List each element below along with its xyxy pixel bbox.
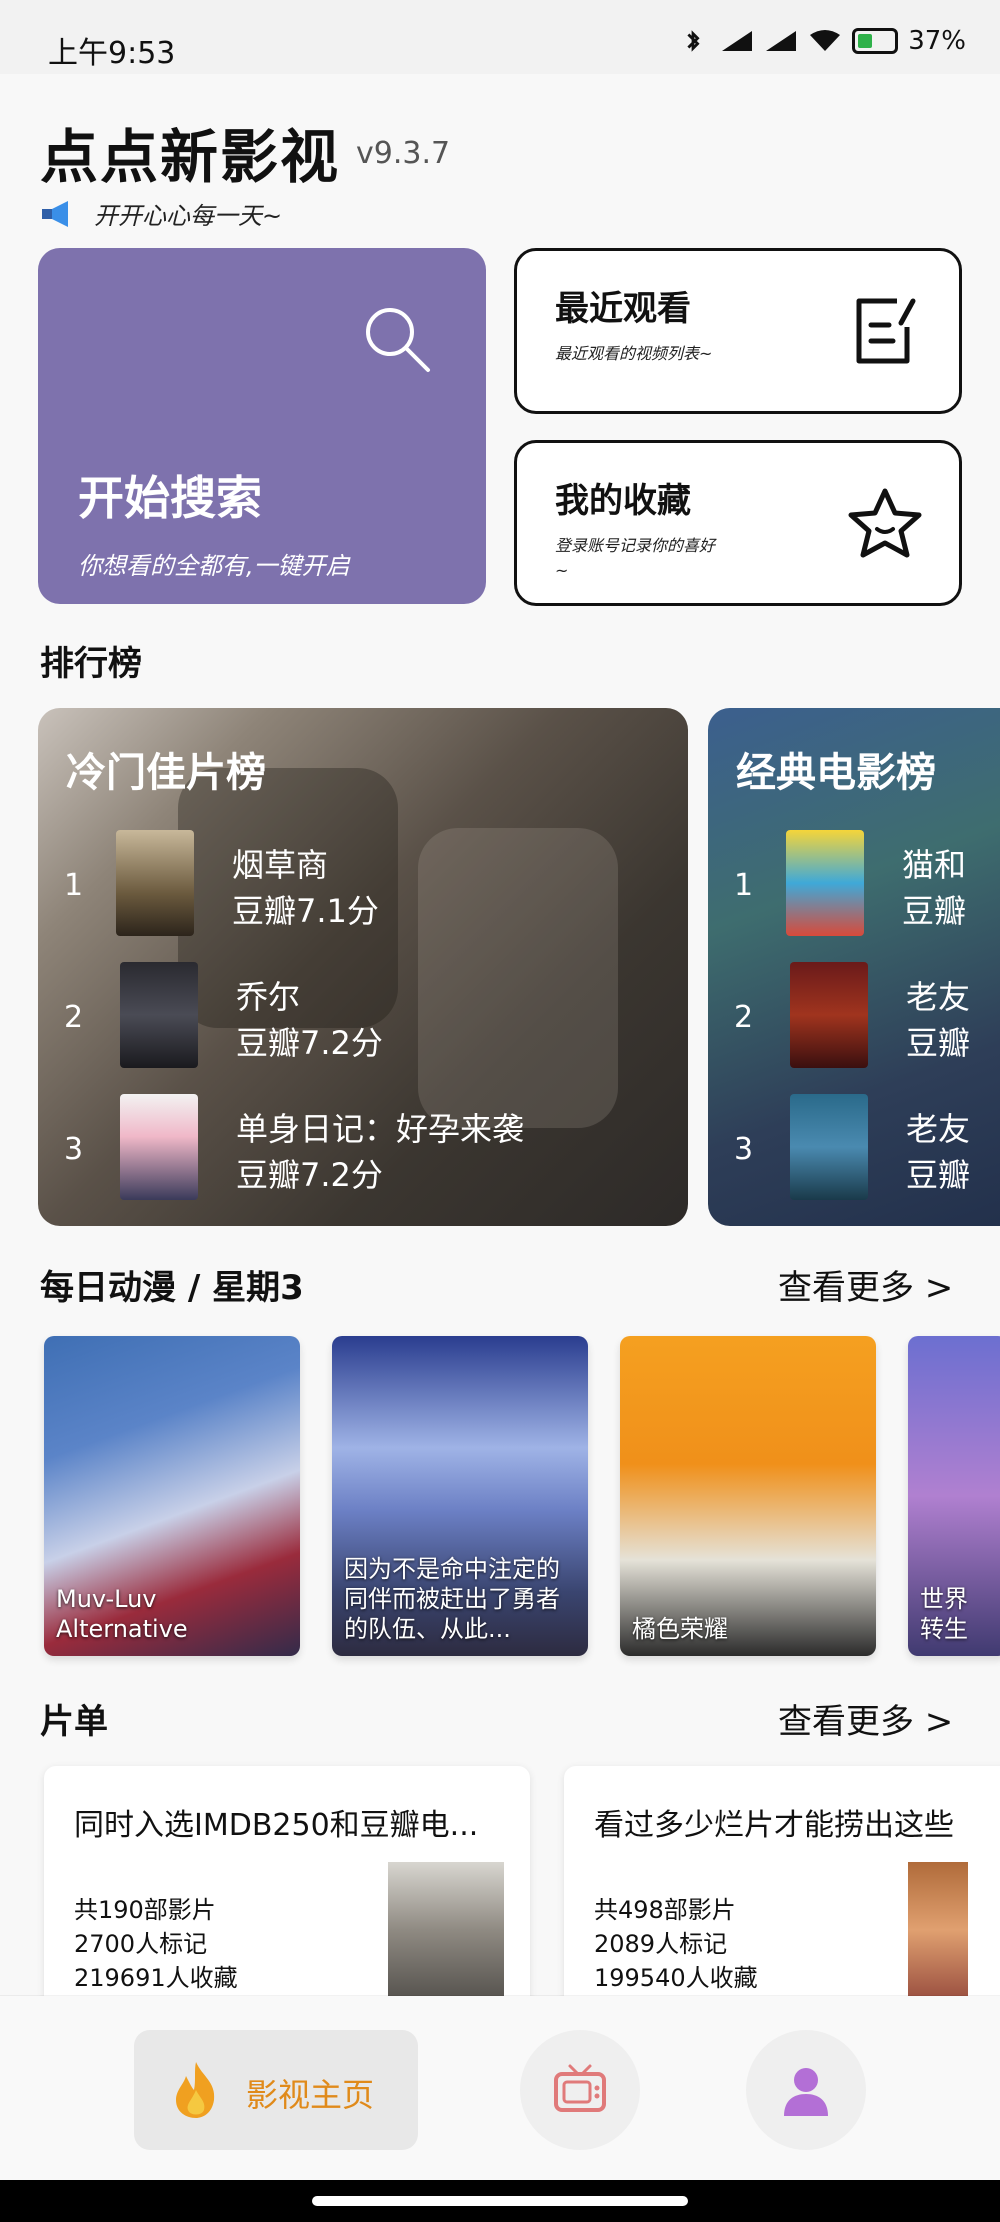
home-indicator[interactable] (312, 2196, 688, 2206)
movie-poster (786, 830, 864, 936)
playlist-saved-count: 219691人收藏 (74, 1964, 238, 1992)
status-time: 上午9:53 (48, 36, 176, 71)
movie-poster (120, 1094, 198, 1200)
playlist-title: 看过多少烂片才能捞出这些 (594, 1808, 954, 1843)
tv-icon (554, 2064, 606, 2112)
rankings-section-title: 排行榜 (40, 644, 142, 684)
movie-poster (790, 962, 868, 1068)
playlist-card[interactable]: 看过多少烂片才能捞出这些 共498部影片 2089人标记 199540人收藏 (564, 1766, 1000, 2026)
rank-number: 2 (64, 1000, 84, 1035)
notice-text: 开开心心每一天~ (94, 202, 283, 230)
search-card-title: 开始搜索 (78, 471, 262, 525)
flame-icon (176, 2062, 215, 2118)
anime-caption: 世界转生 (920, 1585, 968, 1643)
search-icon (366, 308, 430, 372)
rank-number: 3 (734, 1132, 754, 1167)
playlist-saved-count: 199540人收藏 (594, 1964, 758, 1992)
movie-name: 老友 (906, 1110, 971, 1148)
recent-watch-title: 最近观看 (555, 289, 691, 329)
ranking-row[interactable]: 3 老友 豆瓣 (708, 1094, 1000, 1204)
movie-name: 单身日记：好孕来袭 (236, 1110, 525, 1148)
playlist-card[interactable]: 同时入选IMDB250和豆瓣电... 共190部影片 2700人标记 21969… (44, 1766, 530, 2026)
movie-poster (120, 962, 198, 1068)
battery-percent: 37% (908, 26, 966, 56)
favorites-subtitle: 登录账号记录你的喜好~ (555, 536, 716, 580)
ranking-card-cold[interactable]: 冷门佳片榜 1 烟草商 豆瓣7.1分 2 乔尔 豆瓣7.2分 3 单身日记：好孕… (38, 708, 688, 1226)
movie-score: 豆瓣7.2分 (236, 1156, 383, 1194)
movie-score: 豆瓣7.1分 (232, 892, 379, 930)
movie-score: 豆瓣 (902, 892, 967, 930)
movie-name: 乔尔 (236, 978, 301, 1016)
megaphone-icon (42, 200, 68, 227)
playlist-marked-count: 2700人标记 (74, 1930, 208, 1958)
nav-home-tab[interactable]: 影视主页 (134, 2030, 418, 2150)
rank-number: 2 (734, 1000, 754, 1035)
anime-card[interactable]: 橘色荣耀 (620, 1336, 876, 1656)
anime-caption: Muv-Luv Alternative (56, 1585, 188, 1643)
favorites-title: 我的收藏 (555, 481, 691, 521)
movie-name: 烟草商 (232, 846, 329, 884)
playlist-title: 同时入选IMDB250和豆瓣电... (74, 1808, 479, 1843)
anime-caption: 橘色荣耀 (632, 1615, 728, 1643)
rank-number: 1 (64, 868, 84, 903)
nav-tv-tab[interactable] (520, 2030, 640, 2150)
movie-score: 豆瓣 (906, 1156, 971, 1194)
user-icon (784, 2068, 828, 2116)
anime-more-link[interactable]: 查看更多 > (778, 1260, 953, 1309)
anime-card[interactable]: Muv-Luv Alternative (44, 1336, 300, 1656)
playlist-marked-count: 2089人标记 (594, 1930, 728, 1958)
battery-icon (852, 28, 899, 54)
playlist-film-count: 共498部影片 (594, 1896, 736, 1924)
playlist-more-link[interactable]: 查看更多 > (778, 1694, 953, 1743)
ranking-row[interactable]: 1 烟草商 豆瓣7.1分 (38, 830, 688, 940)
ranking-row[interactable]: 2 老友 豆瓣 (708, 962, 1000, 1072)
recent-watch-subtitle: 最近观看的视频列表~ (555, 344, 713, 363)
signal-icon (722, 31, 753, 51)
app-title: 点点新影视 (40, 123, 341, 191)
rank-number: 3 (64, 1132, 84, 1167)
ranking-card-title: 经典电影榜 (736, 750, 936, 796)
rank-number: 1 (734, 868, 754, 903)
anime-card[interactable]: 因为不是命中注定的同伴而被赶出了勇者的队伍、从此... (332, 1336, 588, 1656)
ranking-card-title: 冷门佳片榜 (66, 750, 266, 796)
search-card[interactable]: 开始搜索 你想看的全都有,一键开启 (38, 248, 486, 604)
playlist-film-count: 共190部影片 (74, 1896, 216, 1924)
ranking-row[interactable]: 2 乔尔 豆瓣7.2分 (38, 962, 688, 1072)
movie-name: 老友 (906, 978, 971, 1016)
anime-section-title: 每日动漫 / 星期3 (40, 1268, 304, 1308)
movie-score: 豆瓣 (906, 1024, 971, 1062)
signal-2-icon (766, 31, 797, 51)
recent-watch-card[interactable]: 最近观看 最近观看的视频列表~ (514, 248, 962, 414)
anime-caption: 因为不是命中注定的同伴而被赶出了勇者的队伍、从此... (344, 1555, 560, 1643)
notice-banner: 开开心心每一天~ (40, 196, 282, 231)
bottom-nav: 影视主页 (0, 1996, 1000, 2180)
app-screen: 上午9:53 37% 点点新影视 v9.3.7 开开心心每一天~ 开始搜索 你想… (0, 0, 1000, 2222)
app-version: v9.3.7 (356, 136, 451, 171)
movie-poster (790, 1094, 868, 1200)
search-card-subtitle: 你想看的全都有,一键开启 (78, 552, 350, 580)
ranking-row[interactable]: 1 猫和 豆瓣 (708, 830, 1000, 940)
movie-score: 豆瓣7.2分 (236, 1024, 383, 1062)
star-icon (848, 488, 922, 558)
wifi-icon (810, 30, 841, 51)
movie-poster (116, 830, 194, 936)
anime-card[interactable]: 世界转生 (908, 1336, 1000, 1656)
ranking-card-classic[interactable]: 经典电影榜 1 猫和 豆瓣 2 老友 豆瓣 3 老友 豆瓣 (708, 708, 1000, 1226)
edit-note-icon (856, 298, 916, 364)
bluetooth-icon (687, 30, 700, 52)
nav-profile-tab[interactable] (746, 2030, 866, 2150)
movie-name: 猫和 (902, 846, 967, 884)
nav-home-label: 影视主页 (246, 2076, 375, 2114)
favorites-card[interactable]: 我的收藏 登录账号记录你的喜好~ (514, 440, 962, 606)
status-bar: 上午9:53 37% (0, 0, 1000, 74)
status-icons: 37% (676, 26, 966, 56)
ranking-row[interactable]: 3 单身日记：好孕来袭 豆瓣7.2分 (38, 1094, 688, 1204)
playlist-section-title: 片单 (40, 1702, 108, 1742)
